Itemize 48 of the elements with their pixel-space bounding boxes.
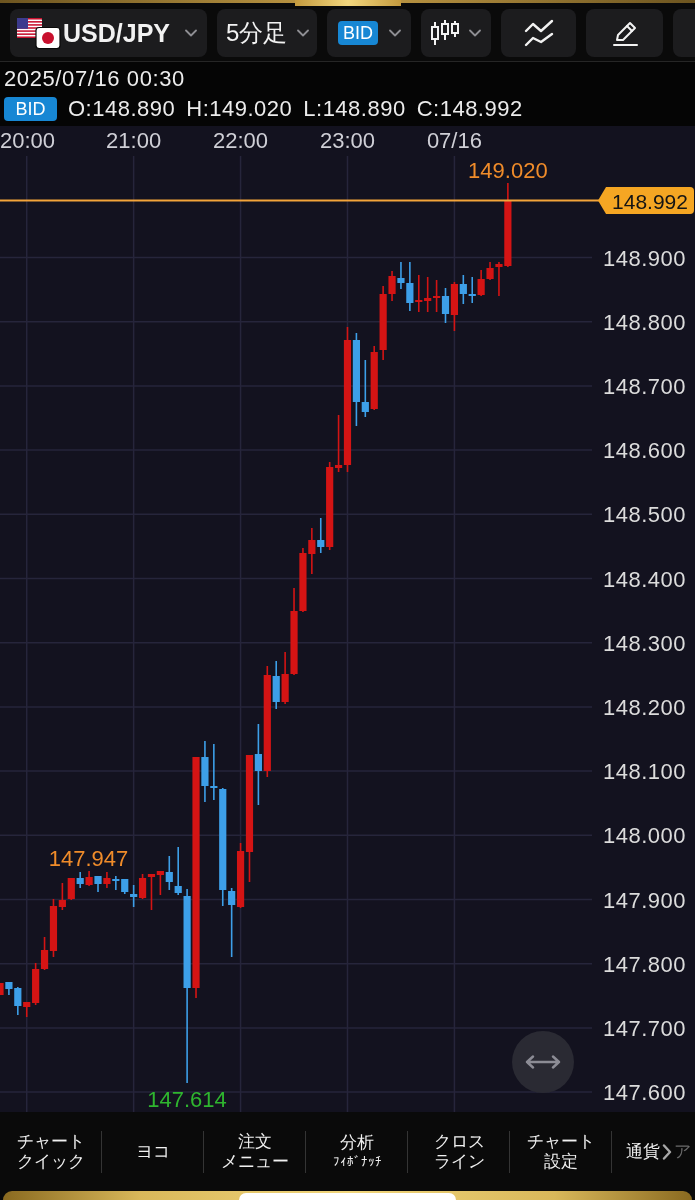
low-price: L:148.890 bbox=[303, 96, 406, 122]
price-axis-label: 148.800 bbox=[603, 309, 687, 335]
price-axis-label: 148.100 bbox=[603, 759, 687, 785]
chevron-down-icon bbox=[185, 29, 197, 37]
bar-datetime: 2025/07/16 00:30 bbox=[4, 66, 185, 92]
chevron-down-icon bbox=[469, 29, 481, 37]
price-axis-label: 148.400 bbox=[603, 566, 687, 592]
price-axis-label: 148.600 bbox=[603, 438, 687, 464]
high-price-label: 149.020 bbox=[468, 158, 548, 183]
pencil-icon bbox=[610, 19, 639, 47]
price-axis-label: 147.900 bbox=[603, 887, 687, 913]
close-price: C:148.992 bbox=[416, 96, 523, 122]
chevron-down-icon bbox=[389, 29, 401, 37]
time-axis-label: 23:00 bbox=[319, 128, 375, 153]
price-axis-label: 147.800 bbox=[603, 951, 687, 977]
double-arrow-icon bbox=[525, 1055, 561, 1069]
timeframe-dropdown[interactable]: 5分足 bbox=[217, 9, 317, 57]
chevron-down-icon bbox=[297, 29, 309, 37]
drawing-tool-button[interactable] bbox=[586, 9, 663, 57]
time-axis-label: 20:00 bbox=[0, 128, 56, 153]
price-type-dropdown[interactable]: BID bbox=[327, 9, 411, 57]
high-price: H:149.020 bbox=[186, 96, 293, 122]
price-axis-label: 148.500 bbox=[603, 502, 687, 528]
price-axis-label: 148.900 bbox=[603, 245, 687, 271]
candlestick-icon bbox=[430, 19, 460, 47]
low-price-label: 147.614 bbox=[147, 1087, 227, 1112]
price-axis-label: 147.600 bbox=[603, 1080, 687, 1106]
price-axis-label: 148.000 bbox=[603, 823, 687, 849]
price-axis-label: 148.700 bbox=[603, 373, 687, 399]
flag-pair-icon bbox=[17, 17, 61, 49]
currency-pair-dropdown[interactable]: USD/JPY bbox=[10, 9, 207, 57]
current-price-tag: 148.992 bbox=[598, 187, 694, 214]
chevron-right-icon bbox=[662, 1143, 672, 1160]
chart-type-dropdown[interactable] bbox=[421, 9, 491, 57]
price-type-badge: BID bbox=[4, 97, 57, 121]
price-axis-label: 148.200 bbox=[603, 694, 687, 720]
price-type-badge: BID bbox=[338, 21, 378, 45]
indicator-button[interactable] bbox=[501, 9, 576, 57]
price-axis-label: 147.700 bbox=[603, 1015, 687, 1041]
candle bbox=[441, 287, 450, 324]
price-marker-label: 147.947 bbox=[48, 846, 129, 871]
zigzag-lines-icon bbox=[523, 19, 554, 47]
time-axis-label: 22:00 bbox=[213, 128, 269, 153]
time-axis-label: 07/16 bbox=[426, 128, 482, 153]
open-price: O:148.890 bbox=[68, 96, 176, 122]
price-axis-label: 148.300 bbox=[603, 630, 687, 656]
time-axis-label: 21:00 bbox=[106, 128, 162, 153]
candle bbox=[138, 873, 147, 900]
